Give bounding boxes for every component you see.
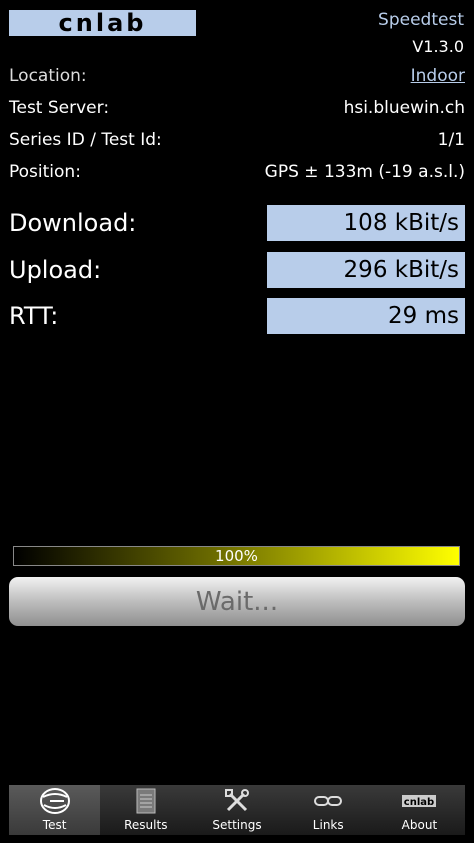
tab-results[interactable]: Results — [100, 785, 191, 835]
tab-links[interactable]: Links — [283, 785, 374, 835]
tab-test[interactable]: Test — [9, 785, 101, 835]
server-label: Test Server: — [9, 98, 110, 118]
location-label: Location: — [9, 66, 87, 86]
progress-text: 100% — [215, 547, 258, 565]
server-row: Test Server: hsi.bluewin.ch — [9, 95, 465, 121]
tab-about[interactable]: cnlab About — [374, 785, 465, 835]
download-label: Download: — [9, 209, 137, 237]
app-version: V1.3.0 — [412, 37, 464, 56]
progress-bar: 100% — [13, 546, 460, 566]
settings-tools-icon — [224, 787, 250, 815]
upload-label: Upload: — [9, 256, 102, 284]
wait-button[interactable]: Wait... — [9, 577, 465, 626]
rtt-metric: RTT: 29 ms — [9, 298, 465, 334]
cnlab-logo: cnlab — [9, 10, 196, 36]
tab-about-label: About — [401, 818, 438, 832]
app-title: Speedtest — [378, 10, 464, 30]
rtt-label: RTT: — [9, 302, 59, 330]
tab-bar: Test Results Settings Links cnlab About — [9, 785, 465, 835]
tab-results-label: Results — [124, 818, 168, 832]
position-label: Position: — [9, 162, 81, 182]
position-row: Position: GPS ± 133m (-19 a.s.l.) — [9, 159, 465, 185]
wait-button-label: Wait... — [195, 586, 279, 617]
download-value: 108 kBit/s — [267, 205, 465, 241]
download-metric: Download: 108 kBit/s — [9, 205, 465, 241]
tab-test-label: Test — [42, 818, 67, 832]
series-value: 1/1 — [437, 130, 465, 150]
location-row: Location: Indoor — [9, 63, 465, 89]
location-link[interactable]: Indoor — [411, 66, 465, 86]
tab-settings-label: Settings — [212, 818, 262, 832]
link-chain-icon — [314, 787, 343, 815]
tab-settings[interactable]: Settings — [191, 785, 282, 835]
results-list-icon — [136, 787, 156, 815]
position-value: GPS ± 133m (-19 a.s.l.) — [264, 162, 465, 182]
server-value: hsi.bluewin.ch — [343, 98, 465, 118]
cnlab-logo-icon: cnlab — [402, 787, 437, 815]
speed-test-icon — [38, 787, 72, 815]
tab-links-label: Links — [312, 818, 344, 832]
series-label: Series ID / Test Id: — [9, 130, 162, 150]
upload-metric: Upload: 296 kBit/s — [9, 252, 465, 288]
svg-text:cnlab: cnlab — [404, 797, 434, 807]
series-row: Series ID / Test Id: 1/1 — [9, 127, 465, 153]
upload-value: 296 kBit/s — [267, 252, 465, 288]
logo-text: cnlab — [58, 9, 147, 37]
rtt-value: 29 ms — [267, 298, 465, 334]
